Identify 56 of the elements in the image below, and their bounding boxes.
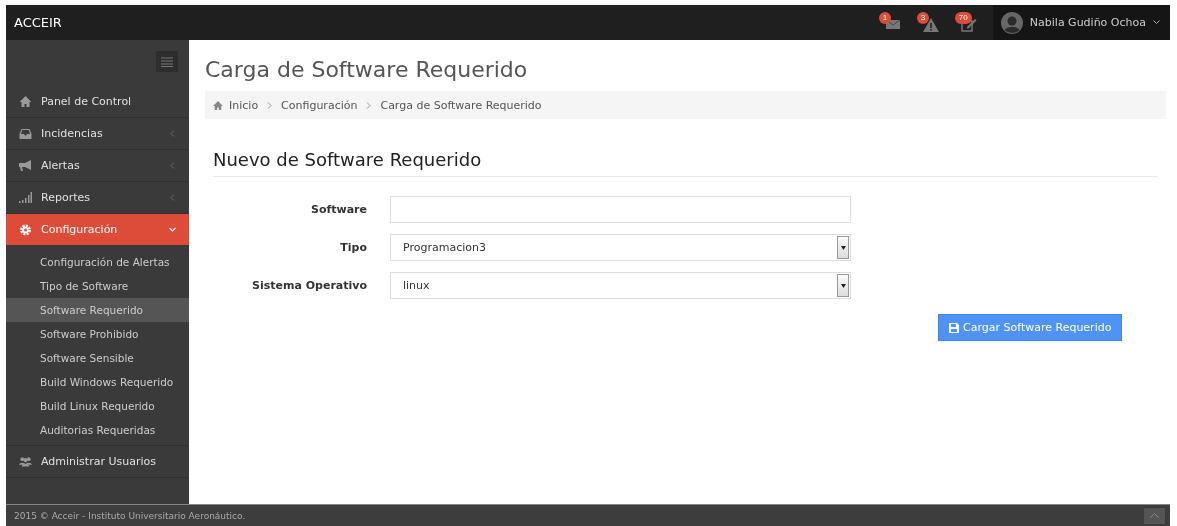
submenu-item[interactable]: Build Windows Requerido bbox=[6, 370, 189, 394]
sidebar-item[interactable]: Configuración bbox=[6, 214, 189, 245]
brand-name[interactable]: ACCEIR bbox=[6, 15, 62, 30]
field-label: Sistema Operativo bbox=[251, 279, 367, 292]
count-badge: 3 bbox=[916, 11, 930, 24]
sidebar-item-label: Alertas bbox=[41, 159, 81, 172]
menu-button[interactable] bbox=[156, 51, 178, 72]
submenu-item[interactable]: Tipo de Software bbox=[6, 274, 189, 298]
warning-icon bbox=[922, 17, 939, 32]
field-label: Tipo bbox=[339, 241, 367, 254]
count-badge: 1 bbox=[878, 11, 892, 24]
sidebar-item[interactable]: Alertas bbox=[6, 150, 189, 182]
count-badge: 70 bbox=[954, 11, 972, 24]
breadcrumb-link[interactable]: Inicio bbox=[229, 98, 259, 112]
submenu-item[interactable]: Software Requerido bbox=[6, 298, 189, 322]
select-field[interactable]: Programacion3 bbox=[390, 234, 851, 261]
submenu-item[interactable]: Software Sensible bbox=[6, 346, 189, 370]
gear-icon bbox=[19, 223, 32, 236]
page-title: Carga de Software Requerido bbox=[205, 57, 529, 82]
chevron-right-icon bbox=[366, 101, 372, 109]
avatar-icon bbox=[1000, 11, 1023, 34]
field-label: Software bbox=[310, 203, 367, 216]
breadcrumb-link[interactable]: Configuración bbox=[281, 98, 358, 112]
sidebar-item-label: Administrar Usuarios bbox=[41, 455, 157, 468]
sidebar-item-label: Panel de Control bbox=[41, 95, 133, 108]
sidebar-item[interactable]: Panel de Control bbox=[6, 86, 189, 118]
chevron-up-icon bbox=[1150, 513, 1159, 518]
submenu-item[interactable]: Configuración de Alertas bbox=[6, 250, 189, 274]
home-icon bbox=[19, 96, 32, 107]
home-icon bbox=[213, 100, 223, 110]
notification-button[interactable]: 70 bbox=[954, 13, 979, 32]
section-title: Nuevo de Software Requerido bbox=[213, 149, 1158, 177]
breadcrumb-current: Carga de Software Requerido bbox=[380, 98, 542, 112]
text-field[interactable] bbox=[390, 196, 851, 223]
sidebar-item-label: Configuración bbox=[41, 223, 119, 236]
menu-icon bbox=[161, 56, 173, 67]
notification-button[interactable]: 1 bbox=[878, 13, 903, 32]
inbox-icon bbox=[19, 128, 32, 139]
sidebar-item[interactable]: Administrar Usuarios bbox=[6, 446, 189, 478]
caret-icon bbox=[1153, 20, 1160, 25]
sidebar-item-label: Reportes bbox=[41, 191, 91, 204]
sidebar-item-label: Incidencias bbox=[41, 127, 104, 140]
copyright-text: 2015 © Acceir - Instituto Universitario Aeronáutico. bbox=[13, 510, 246, 521]
select-field[interactable]: linux bbox=[390, 272, 851, 299]
notification-button[interactable]: 3 bbox=[916, 13, 941, 32]
user-menu[interactable]: Nabila Gudiño Ochoa bbox=[992, 5, 1170, 40]
signal-bars-icon bbox=[19, 192, 32, 203]
edit-icon bbox=[960, 17, 977, 32]
submenu-item[interactable]: Build Linux Requerido bbox=[6, 394, 189, 418]
submenu-item[interactable]: Auditorias Requeridas bbox=[6, 418, 189, 442]
submenu-item[interactable]: Software Prohibido bbox=[6, 322, 189, 346]
bullhorn-icon bbox=[19, 160, 32, 171]
scroll-top-button[interactable] bbox=[1144, 507, 1165, 524]
sidebar-item[interactable]: Incidencias bbox=[6, 118, 189, 150]
users-icon bbox=[19, 456, 32, 467]
chevron-right-icon bbox=[267, 101, 273, 109]
